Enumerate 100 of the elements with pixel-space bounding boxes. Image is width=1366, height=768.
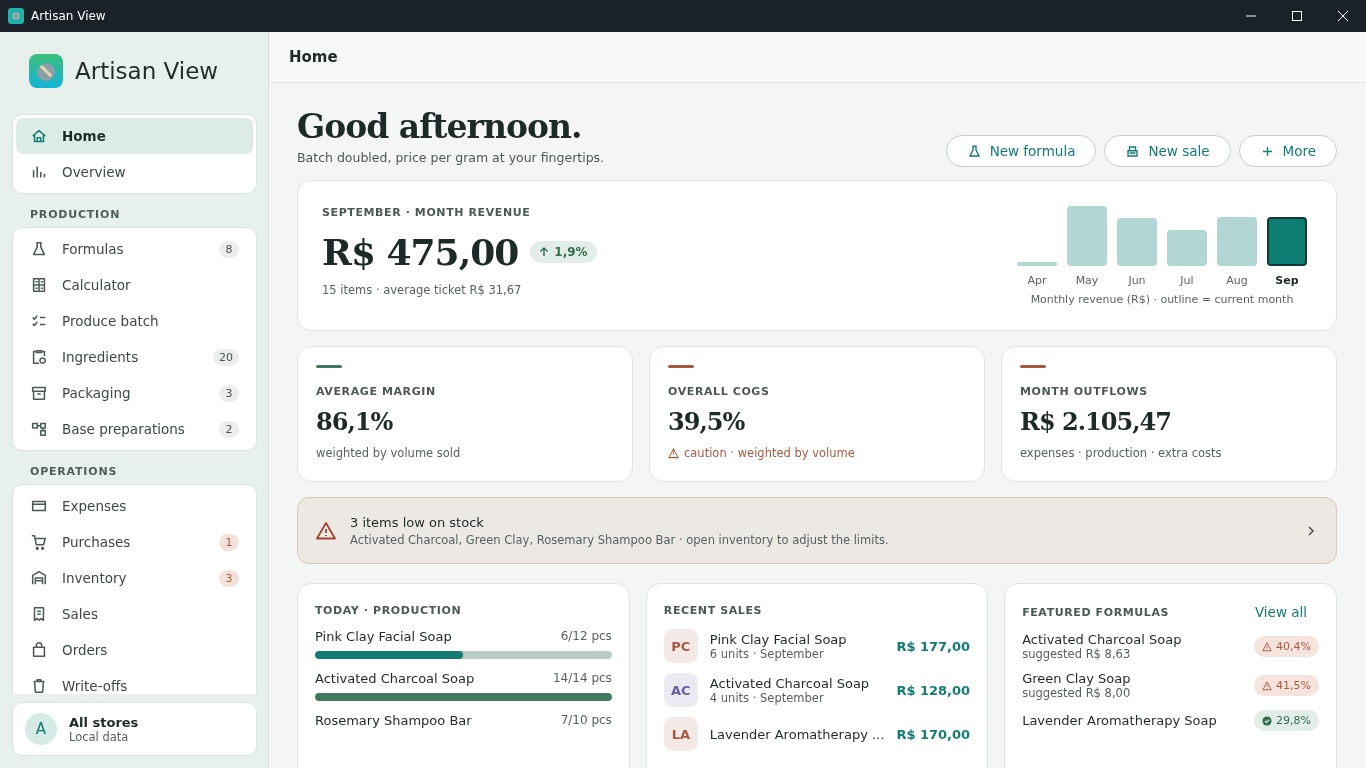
count-badge: 20 — [213, 348, 239, 366]
nav-item[interactable]: Inventory 3 — [16, 560, 253, 596]
month-label: Aug — [1226, 274, 1248, 287]
metric-label: AVERAGE MARGIN — [316, 385, 437, 398]
formula-detail: suggested R$ 8,00 — [1022, 686, 1132, 700]
card-label: RECENT SALES — [663, 604, 764, 617]
chevron-right-icon — [1306, 525, 1316, 536]
action-button[interactable]: More — [1238, 135, 1337, 167]
box-icon — [30, 384, 48, 402]
month-label: Apr — [1027, 274, 1047, 287]
count-badge: 3 — [219, 384, 239, 402]
store-subtitle: Local data — [69, 729, 130, 744]
nav-item[interactable]: Formulas 8 — [16, 231, 253, 267]
product-name: Activated Charcoal Soap — [315, 671, 475, 686]
count-badge: 1 — [219, 533, 239, 551]
initials-avatar: AC — [663, 673, 698, 707]
sale-amount: R$ 170,00 — [896, 726, 971, 742]
card-label: FEATURED FORMULAS — [1022, 605, 1170, 619]
nav-item[interactable]: Purchases 1 — [16, 524, 253, 560]
product-count: 6/12 pcs — [560, 629, 612, 644]
clipboard-icon — [30, 348, 48, 366]
store-name: All stores — [69, 714, 139, 730]
metric-note: weighted by volume sold — [316, 446, 461, 460]
sale-amount: R$ 177,00 — [896, 638, 971, 654]
alert-title: 3 items low on stock — [350, 514, 485, 530]
count-badge: 3 — [219, 569, 239, 587]
cart-icon — [30, 533, 48, 551]
store-switcher[interactable]: A All stores Local data — [12, 702, 257, 756]
store-avatar: A — [25, 713, 57, 745]
sale-product: Activated Charcoal Soap — [709, 675, 871, 691]
metric-note: caution · weighted by volume — [684, 446, 855, 460]
nav-item[interactable]: Ingredients 20 — [16, 339, 253, 375]
warning-icon — [316, 520, 336, 541]
nav-item[interactable]: Base preparations 2 — [16, 411, 253, 447]
count-badge: 2 — [219, 420, 239, 438]
app-name: Artisan View — [75, 58, 219, 84]
nav-item[interactable]: Orders — [16, 632, 253, 668]
warning-icon — [1262, 641, 1273, 652]
margin-badge: 41,5% — [1254, 675, 1319, 696]
action-button[interactable]: New formula — [945, 135, 1097, 167]
stock-alert[interactable]: 3 items low on stock Activated Charcoal, Green Clay, Rosemary Shampoo Bar · open inventory to adjust the limits. — [297, 497, 1337, 564]
margin-badge: 40,4% — [1254, 636, 1319, 657]
nav-item[interactable]: Home — [16, 118, 253, 154]
view-all-link[interactable]: View all — [1254, 604, 1307, 620]
maximize-icon[interactable] — [1292, 11, 1302, 21]
calc-icon — [30, 276, 48, 294]
nav-item[interactable]: Packaging 3 — [16, 375, 253, 411]
page-title: Home — [289, 48, 338, 66]
nav-item[interactable]: Calculator — [16, 267, 253, 303]
sale-detail: 6 units · September — [709, 646, 824, 661]
product-name: Pink Clay Facial Soap — [315, 629, 452, 644]
product-count: 14/14 pcs — [553, 671, 612, 686]
metric-label: OVERALL COGS — [668, 385, 771, 398]
formula-name: Activated Charcoal Soap — [1022, 632, 1183, 647]
margin-badge: 29,8% — [1254, 710, 1319, 731]
nav-item[interactable]: Overview — [16, 154, 253, 190]
check-circle-icon — [1262, 715, 1273, 726]
warehouse-icon — [30, 569, 48, 587]
count-badge: 8 — [219, 240, 239, 258]
initials-avatar: LA — [663, 717, 698, 751]
section-heading: PRODUCTION — [29, 207, 122, 223]
sale-detail: 4 units · September — [709, 690, 825, 705]
nav-item[interactable]: Write-offs — [16, 668, 253, 694]
bag-icon — [30, 641, 48, 659]
app-logo-icon — [8, 8, 24, 24]
arrow-up-icon — [539, 247, 550, 257]
sale-product: Pink Clay Facial Soap — [709, 631, 848, 647]
formula-name: Lavender Aromatherapy Soap — [1022, 713, 1218, 728]
nav-item[interactable]: Sales — [16, 596, 253, 632]
chart-caption: Monthly revenue (R$) · outline = current month — [1030, 293, 1294, 306]
close-icon[interactable] — [1338, 11, 1348, 21]
section-heading: OPERATIONS — [29, 464, 119, 480]
nav-item[interactable]: Produce batch — [16, 303, 253, 339]
metric-note: expenses · production · extra costs — [1020, 446, 1222, 460]
metric-value: 39,5% — [668, 407, 746, 436]
alert-text: Activated Charcoal, Green Clay, Rosemary Shampoo Bar · open inventory to adjust the limits. — [350, 532, 890, 547]
revenue-amount: R$ 475,00 — [322, 231, 519, 273]
sale-product: Lavender Aromatherapy ... — [709, 726, 885, 742]
formula-name: Green Clay Soap — [1022, 671, 1132, 686]
card-label: TODAY · PRODUCTION — [315, 604, 463, 617]
month-label: Sep — [1275, 274, 1299, 287]
register-icon — [1125, 143, 1141, 159]
initials-avatar: PC — [663, 629, 698, 663]
flask-icon — [966, 143, 982, 159]
metric-value: 86,1% — [316, 407, 394, 436]
sale-amount: R$ 128,00 — [896, 682, 971, 698]
action-button[interactable]: New sale — [1104, 135, 1231, 167]
formula-detail: suggested R$ 8,63 — [1022, 647, 1132, 661]
metric-value: R$ 2.105,47 — [1020, 407, 1172, 436]
month-label: Jun — [1128, 274, 1146, 287]
window-title: Artisan View — [31, 9, 106, 23]
change-badge: 1,9% — [530, 241, 597, 263]
greeting-subtitle: Batch doubled, price per gram at your fingertips. — [297, 150, 605, 165]
greeting-title: Good afternoon. — [297, 107, 583, 146]
month-label: May — [1075, 274, 1099, 287]
product-count: 7/10 pcs — [560, 713, 612, 728]
flask-icon — [30, 240, 48, 258]
nav-item[interactable]: Expenses — [16, 488, 253, 524]
warning-icon — [1262, 680, 1273, 691]
month-label: Jul — [1180, 274, 1194, 287]
